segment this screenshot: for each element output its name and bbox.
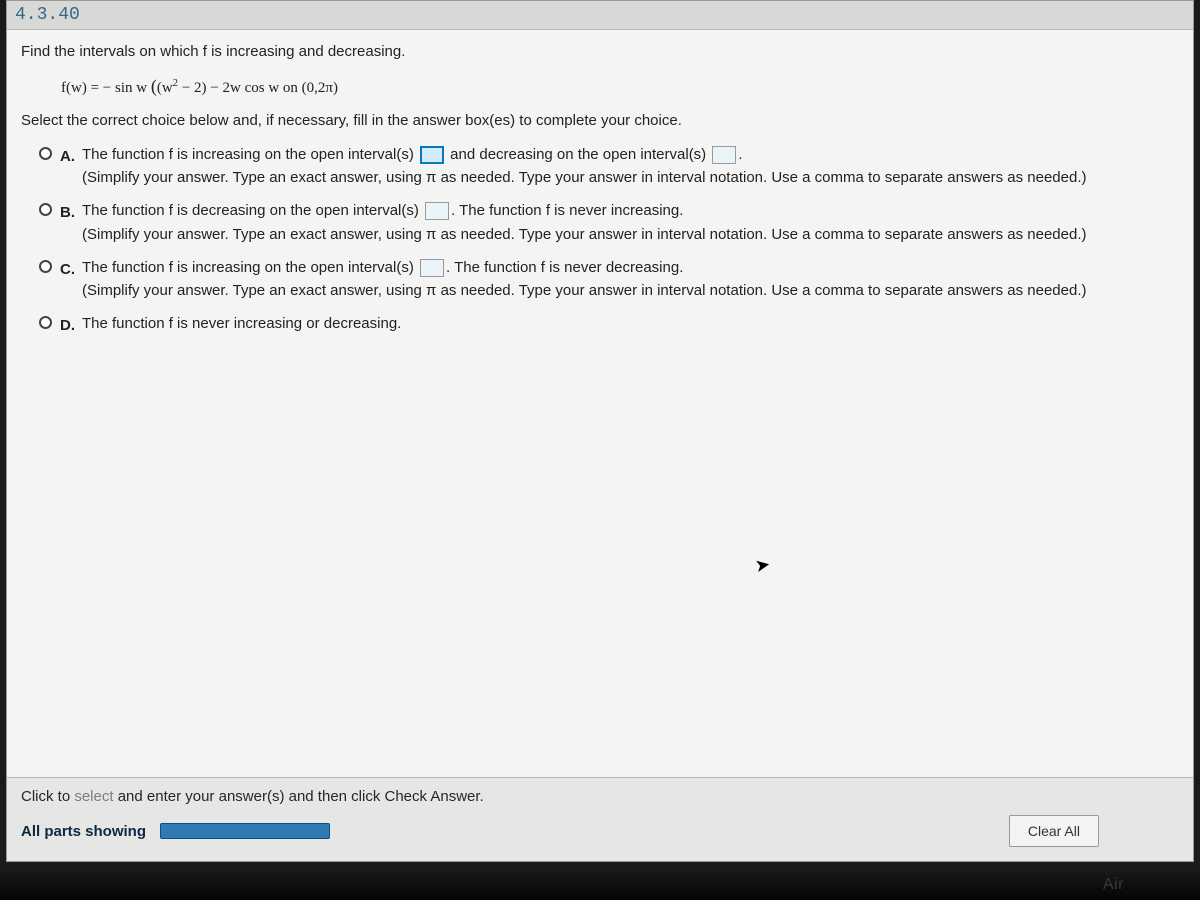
option-a-simplify: (Simplify your answer. Type an exact ans…: [82, 169, 1087, 186]
radio-a[interactable]: [39, 147, 52, 160]
instruction: Select the correct choice below and, if …: [21, 109, 1179, 133]
footer-hint: Click to select and enter your answer(s)…: [21, 788, 1179, 805]
clear-all-button[interactable]: Clear All: [1009, 815, 1099, 847]
question-content: Find the intervals on which f is increas…: [7, 30, 1193, 358]
option-b-label: B.: [60, 201, 82, 225]
option-a-input-1[interactable]: [420, 146, 444, 164]
option-b-simplify: (Simplify your answer. Type an exact ans…: [82, 226, 1087, 243]
progress-bar: [160, 823, 330, 839]
question-number: 4.3.40: [15, 5, 80, 25]
device-label: Air: [1103, 876, 1124, 894]
option-b-input-1[interactable]: [425, 202, 449, 220]
options-group: A. The function f is increasing on the o…: [39, 143, 1179, 339]
option-d[interactable]: D. The function f is never increasing or…: [39, 312, 1179, 338]
option-a-label: A.: [60, 145, 82, 169]
option-a-body: The function f is increasing on the open…: [82, 143, 1179, 190]
option-d-body: The function f is never increasing or de…: [82, 312, 1179, 335]
option-c-label: C.: [60, 258, 82, 282]
radio-c[interactable]: [39, 260, 52, 273]
question-prompt: Find the intervals on which f is increas…: [21, 40, 1179, 64]
footer-row: All parts showing Clear All: [21, 815, 1179, 847]
option-d-label: D.: [60, 314, 82, 338]
question-number-header: 4.3.40: [7, 1, 1193, 30]
option-c[interactable]: C. The function f is increasing on the o…: [39, 256, 1179, 303]
radio-d[interactable]: [39, 316, 52, 329]
option-c-body: The function f is increasing on the open…: [82, 256, 1179, 303]
option-a[interactable]: A. The function f is increasing on the o…: [39, 143, 1179, 190]
option-b-body: The function f is decreasing on the open…: [82, 199, 1179, 246]
equation: f(w) = − sin w ((w2 − 2) − 2w cos w on (…: [61, 72, 1179, 101]
option-c-simplify: (Simplify your answer. Type an exact ans…: [82, 282, 1087, 299]
option-c-input-1[interactable]: [420, 259, 444, 277]
footer: Click to select and enter your answer(s)…: [7, 777, 1193, 861]
device-bezel: [0, 868, 1200, 900]
all-parts-label: All parts showing: [21, 823, 146, 840]
option-a-input-2[interactable]: [712, 146, 736, 164]
option-b[interactable]: B. The function f is decreasing on the o…: [39, 199, 1179, 246]
radio-b[interactable]: [39, 203, 52, 216]
